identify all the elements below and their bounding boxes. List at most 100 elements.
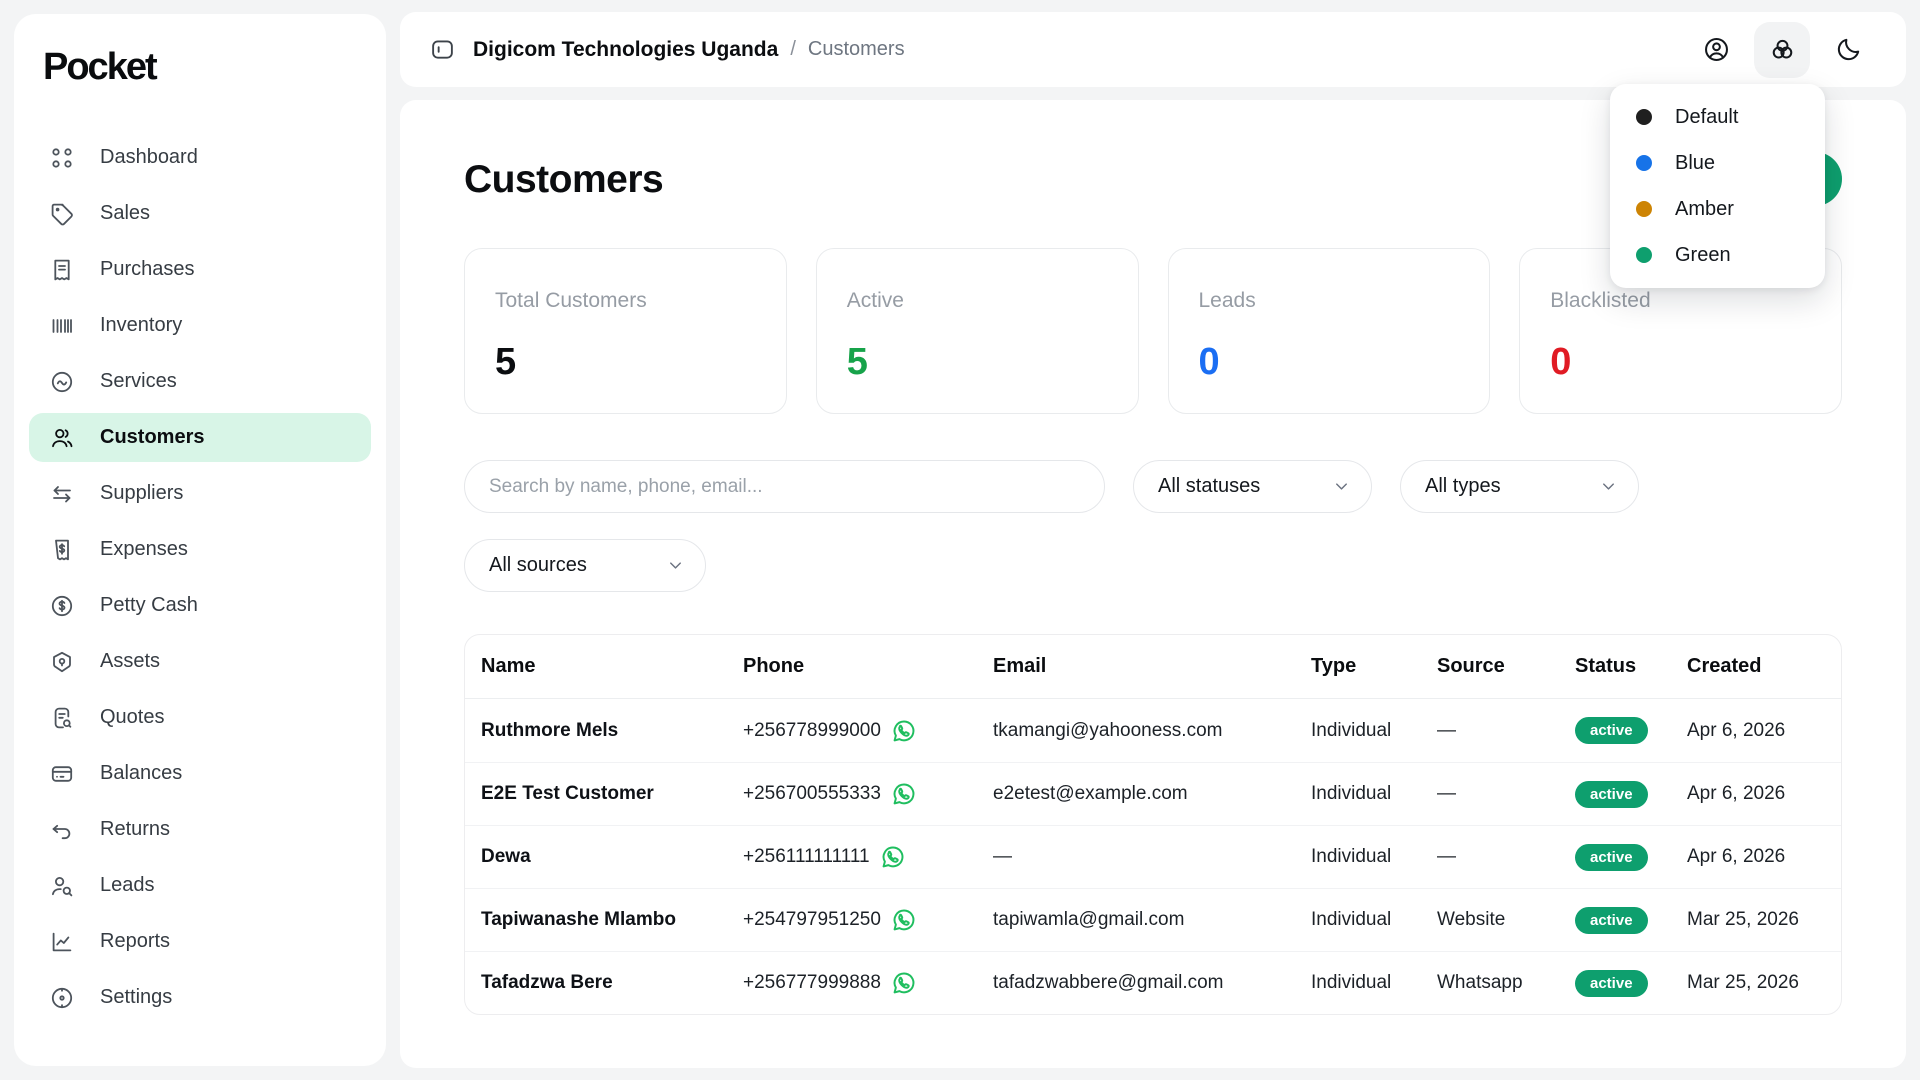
theme-menu-item[interactable]: Default — [1610, 94, 1825, 140]
sidebar-item[interactable]: Quotes — [29, 693, 371, 742]
sidebar-item-label: Services — [100, 370, 177, 393]
user-circle-icon — [1703, 36, 1730, 63]
sidebar-item[interactable]: Leads — [29, 861, 371, 910]
theme-menu-item[interactable]: Green — [1610, 232, 1825, 278]
stat-label: Total Customers — [495, 289, 756, 313]
sidebar-item-icon — [50, 538, 74, 562]
breadcrumb-company[interactable]: Digicom Technologies Uganda — [473, 38, 778, 62]
sidebar-item[interactable]: Purchases — [29, 245, 371, 294]
sidebar-toggle-icon[interactable] — [430, 37, 455, 62]
type-filter-select[interactable]: All types — [1400, 460, 1639, 513]
cell-phone: +256778999000 — [743, 718, 993, 744]
whatsapp-icon[interactable] — [891, 907, 917, 933]
whatsapp-icon[interactable] — [880, 844, 906, 870]
moon-icon — [1835, 36, 1862, 63]
sidebar-item-icon — [50, 482, 74, 506]
whatsapp-icon[interactable] — [891, 970, 917, 996]
sidebar-nav: Dashboard Sales Purchases Inventory Serv… — [29, 133, 371, 1022]
stat-value: 5 — [495, 341, 756, 384]
chevron-down-icon — [1332, 477, 1351, 496]
sidebar-item-icon — [50, 202, 74, 226]
sidebar-item[interactable]: Suppliers — [29, 469, 371, 518]
table-row[interactable]: Ruthmore Mels +256778999000 tkamangi@yah… — [465, 699, 1841, 762]
stat-value: 0 — [1550, 341, 1811, 384]
theme-menu-item[interactable]: Blue — [1610, 140, 1825, 186]
cell-source: — — [1437, 720, 1575, 742]
whatsapp-icon[interactable] — [891, 718, 917, 744]
sidebar-item-label: Customers — [100, 426, 204, 449]
status-badge: active — [1575, 907, 1648, 934]
filter-row: All statuses All types — [464, 460, 1842, 513]
search-input[interactable] — [464, 460, 1105, 513]
cell-phone: +256700555333 — [743, 781, 993, 807]
theme-label: Blue — [1675, 152, 1715, 175]
breadcrumb-page: Customers — [808, 38, 905, 61]
cell-email: — — [993, 846, 1311, 868]
app-logo: Pocket — [29, 40, 371, 89]
status-filter-select[interactable]: All statuses — [1133, 460, 1372, 513]
sidebar-item[interactable]: Services — [29, 357, 371, 406]
table-row[interactable]: Tafadzwa Bere +256777999888 tafadzwabber… — [465, 951, 1841, 1014]
sidebar-item[interactable]: Expenses — [29, 525, 371, 574]
column-header: Name — [481, 655, 743, 678]
cell-source: — — [1437, 846, 1575, 868]
sidebar-item-label: Reports — [100, 930, 170, 953]
cell-status: active — [1575, 844, 1687, 871]
column-header: Email — [993, 655, 1311, 678]
sidebar-item[interactable]: Inventory — [29, 301, 371, 350]
status-badge: active — [1575, 970, 1648, 997]
top-bar: Digicom Technologies Uganda / Customers — [400, 12, 1906, 87]
sidebar-item-icon — [50, 258, 74, 282]
sidebar-item-label: Dashboard — [100, 146, 198, 169]
sidebar-item-label: Inventory — [100, 314, 182, 337]
sidebar-item-icon — [50, 762, 74, 786]
sidebar-item[interactable]: Returns — [29, 805, 371, 854]
table-row[interactable]: Dewa +256111111111 — Individual — active… — [465, 825, 1841, 888]
sidebar-item[interactable]: Reports — [29, 917, 371, 966]
theme-label: Default — [1675, 106, 1738, 129]
dark-mode-button[interactable] — [1820, 22, 1876, 78]
theme-label: Green — [1675, 244, 1731, 267]
cell-name: E2E Test Customer — [481, 783, 743, 805]
column-header: Source — [1437, 655, 1575, 678]
theme-palette-button[interactable] — [1754, 22, 1810, 78]
cell-type: Individual — [1311, 720, 1437, 742]
cell-name: Dewa — [481, 846, 743, 868]
table-row[interactable]: E2E Test Customer +256700555333 e2etest@… — [465, 762, 1841, 825]
status-badge: active — [1575, 781, 1648, 808]
cell-email: tapiwamla@gmail.com — [993, 909, 1311, 931]
source-filter-select[interactable]: All sources — [464, 539, 706, 592]
sidebar-item[interactable]: Customers — [29, 413, 371, 462]
account-button[interactable] — [1688, 22, 1744, 78]
chevron-down-icon — [666, 556, 685, 575]
sidebar-item-label: Returns — [100, 818, 170, 841]
theme-color-dot — [1636, 155, 1652, 171]
sidebar-item[interactable]: Balances — [29, 749, 371, 798]
chevron-down-icon — [1599, 477, 1618, 496]
column-header: Type — [1311, 655, 1437, 678]
sidebar-item-icon — [50, 650, 74, 674]
sidebar-item[interactable]: Sales — [29, 189, 371, 238]
table-body: Ruthmore Mels +256778999000 tkamangi@yah… — [465, 699, 1841, 1014]
sidebar-item[interactable]: Assets — [29, 637, 371, 686]
cell-source: Whatsapp — [1437, 972, 1575, 994]
sidebar-item-label: Balances — [100, 762, 182, 785]
column-header: Status — [1575, 655, 1687, 678]
sidebar-item-icon — [50, 314, 74, 338]
status-badge: active — [1575, 844, 1648, 871]
filter-row-2: All sources — [464, 539, 1842, 592]
cell-name: Tapiwanashe Mlambo — [481, 909, 743, 931]
customers-table: NamePhoneEmailTypeSourceStatusCreated Ru… — [464, 634, 1842, 1015]
theme-color-dot — [1636, 247, 1652, 263]
stat-card: Total Customers 5 — [464, 248, 787, 414]
sidebar-item-icon — [50, 986, 74, 1010]
table-row[interactable]: Tapiwanashe Mlambo +254797951250 tapiwam… — [465, 888, 1841, 951]
whatsapp-icon[interactable] — [891, 781, 917, 807]
sidebar-item[interactable]: Settings — [29, 973, 371, 1022]
theme-color-dot — [1636, 109, 1652, 125]
theme-menu-item[interactable]: Amber — [1610, 186, 1825, 232]
stat-label: Leads — [1199, 289, 1460, 313]
sidebar-item[interactable]: Petty Cash — [29, 581, 371, 630]
phone-number: +256700555333 — [743, 783, 881, 805]
sidebar-item[interactable]: Dashboard — [29, 133, 371, 182]
